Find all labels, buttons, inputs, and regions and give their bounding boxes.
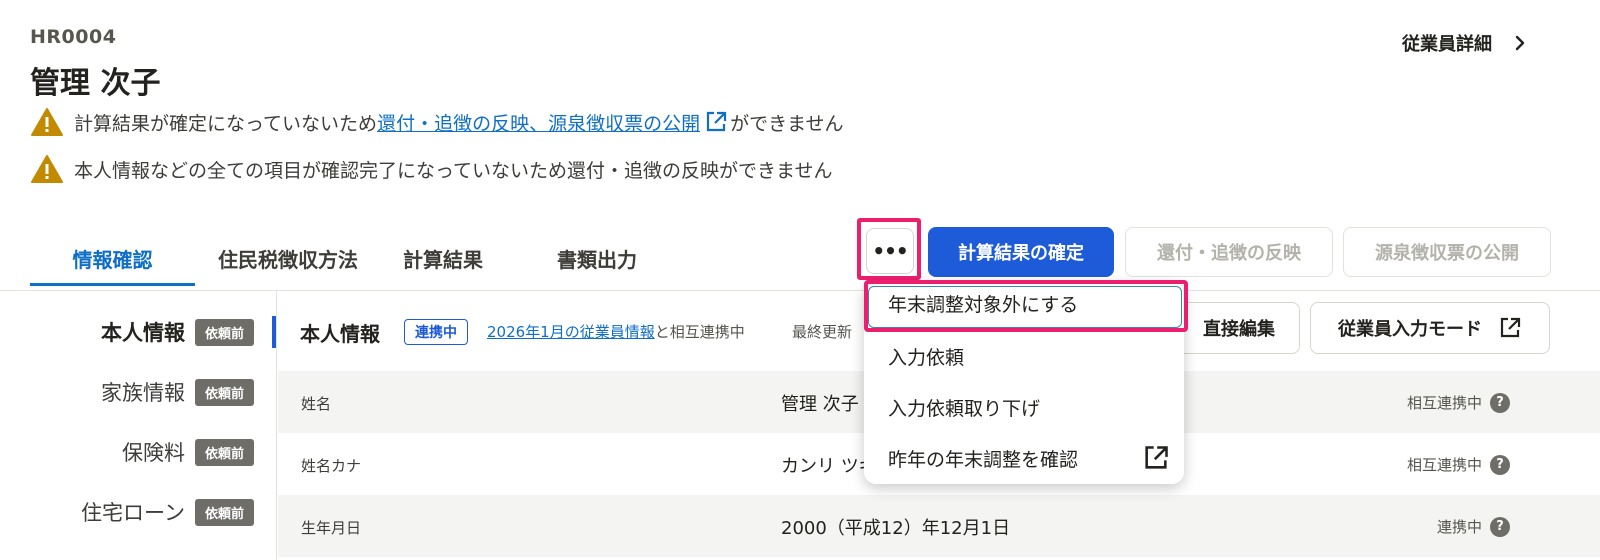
help-icon[interactable]: ? bbox=[1490, 454, 1510, 475]
status-badge: 依頼前 bbox=[194, 378, 254, 406]
sidebar-item-label: 本人情報 bbox=[100, 321, 185, 345]
sync-status-badge: 連携中 bbox=[404, 319, 468, 345]
menu-item-input-request[interactable]: 入力依頼 bbox=[888, 343, 1170, 370]
status-badge: 依頼前 bbox=[194, 438, 254, 466]
field-sync-status: 相互連携中? bbox=[1407, 454, 1510, 475]
external-link-icon[interactable] bbox=[704, 110, 728, 134]
sidebar-item-label: 保険料 bbox=[121, 441, 185, 465]
menu-item-label: 昨年の年末調整を確認 bbox=[888, 448, 1079, 471]
sidebar-item-label: 家族情報 bbox=[100, 381, 185, 405]
last-updated-label: 最終更新 bbox=[792, 323, 853, 341]
employee-detail-link[interactable]: 従業員詳細 bbox=[1402, 30, 1530, 56]
status-badge: 依頼前 bbox=[194, 318, 254, 346]
sidebar-item-label: 住宅ローン bbox=[81, 501, 185, 525]
sidebar: 本人情報 依頼前 家族情報 依頼前 保険料 依頼前 住宅ローン 依頼前 bbox=[0, 291, 277, 560]
chevron-right-icon bbox=[1515, 35, 1525, 51]
field-sync-status: 相互連携中? bbox=[1407, 392, 1510, 413]
direct-edit-button[interactable]: 直接編集 bbox=[1172, 302, 1300, 354]
sidebar-item-housing-loan[interactable]: 住宅ローン 依頼前 bbox=[81, 497, 254, 527]
highlight-more-button bbox=[857, 218, 921, 280]
warning-1-prefix: 計算結果が確定になっていないため bbox=[74, 112, 378, 135]
sidebar-active-indicator bbox=[272, 316, 276, 348]
warning-2-text: 本人情報などの全ての項目が確認完了になっていないため還付・追徴の反映ができません bbox=[74, 159, 833, 182]
warning-message-1: 計算結果が確定になっていないため 還付・追徴の反映、源泉徴収票の公開 ができませ… bbox=[30, 107, 844, 137]
tab-calculation-result[interactable]: 計算結果 bbox=[383, 244, 503, 286]
highlight-menu-item bbox=[864, 280, 1188, 332]
menu-item-withdraw-request[interactable]: 入力依頼取り下げ bbox=[888, 394, 1170, 421]
warning-1-suffix: ができません bbox=[730, 112, 844, 135]
status-badge: 依頼前 bbox=[194, 498, 254, 526]
sidebar-item-personal-info[interactable]: 本人情報 依頼前 bbox=[101, 317, 254, 347]
employee-detail-label: 従業員詳細 bbox=[1402, 34, 1492, 55]
sidebar-item-family-info[interactable]: 家族情報 依頼前 bbox=[101, 377, 254, 407]
warning-icon bbox=[31, 155, 63, 183]
tab-document-output[interactable]: 書類出力 bbox=[527, 244, 667, 286]
reflect-publish-help-link[interactable]: 還付・追徴の反映、源泉徴収票の公開 bbox=[377, 109, 700, 136]
external-link-icon bbox=[1145, 446, 1168, 469]
employee-input-mode-label: 従業員入力モード bbox=[1338, 319, 1482, 340]
field-sync-status: 連携中? bbox=[1437, 516, 1510, 537]
employee-code: HR0004 bbox=[30, 26, 117, 48]
field-value: 管理 次子 bbox=[781, 394, 859, 415]
field-value: 2000（平成12）年12月1日 bbox=[781, 518, 1011, 539]
section-title: 本人情報 bbox=[300, 322, 380, 346]
field-label: 姓名 bbox=[301, 395, 332, 413]
tab-resident-tax[interactable]: 住民税徴収方法 bbox=[213, 244, 363, 286]
warning-message-2: 本人情報などの全ての項目が確認完了になっていないため還付・追徴の反映ができません bbox=[30, 154, 832, 184]
employee-info-link[interactable]: 2026年1月の従業員情報 bbox=[487, 323, 655, 341]
page-title: 管理 次子 bbox=[30, 66, 161, 101]
table-row: 生年月日 2000（平成12）年12月1日 連携中? bbox=[278, 495, 1600, 557]
publish-withholding-button[interactable]: 源泉徴収票の公開 bbox=[1343, 227, 1551, 277]
field-label: 姓名カナ bbox=[301, 457, 362, 475]
tab-info-check[interactable]: 情報確認 bbox=[30, 244, 195, 286]
help-icon[interactable]: ? bbox=[1490, 516, 1510, 537]
menu-item-last-year-check[interactable]: 昨年の年末調整を確認 bbox=[888, 444, 1170, 472]
sync-status-text: 相互連携中 bbox=[1406, 394, 1482, 412]
sync-suffix: と相互連携中 bbox=[654, 323, 745, 341]
help-icon[interactable]: ? bbox=[1490, 392, 1510, 413]
employee-input-mode-button[interactable]: 従業員入力モード bbox=[1310, 302, 1550, 354]
reflect-refund-button[interactable]: 還付・追徴の反映 bbox=[1125, 227, 1333, 277]
confirm-calculation-button[interactable]: 計算結果の確定 bbox=[928, 227, 1114, 277]
sidebar-item-insurance[interactable]: 保険料 依頼前 bbox=[122, 437, 254, 467]
tab-bar: 情報確認 住民税徴収方法 計算結果 書類出力 bbox=[30, 244, 667, 286]
sync-status-text: 連携中 bbox=[1436, 518, 1482, 536]
external-link-icon bbox=[1500, 317, 1521, 338]
sync-description: 2026年1月の従業員情報と相互連携中 bbox=[487, 321, 745, 342]
sync-status-text: 相互連携中 bbox=[1406, 456, 1482, 474]
field-label: 生年月日 bbox=[301, 519, 362, 537]
warning-icon bbox=[31, 108, 63, 136]
